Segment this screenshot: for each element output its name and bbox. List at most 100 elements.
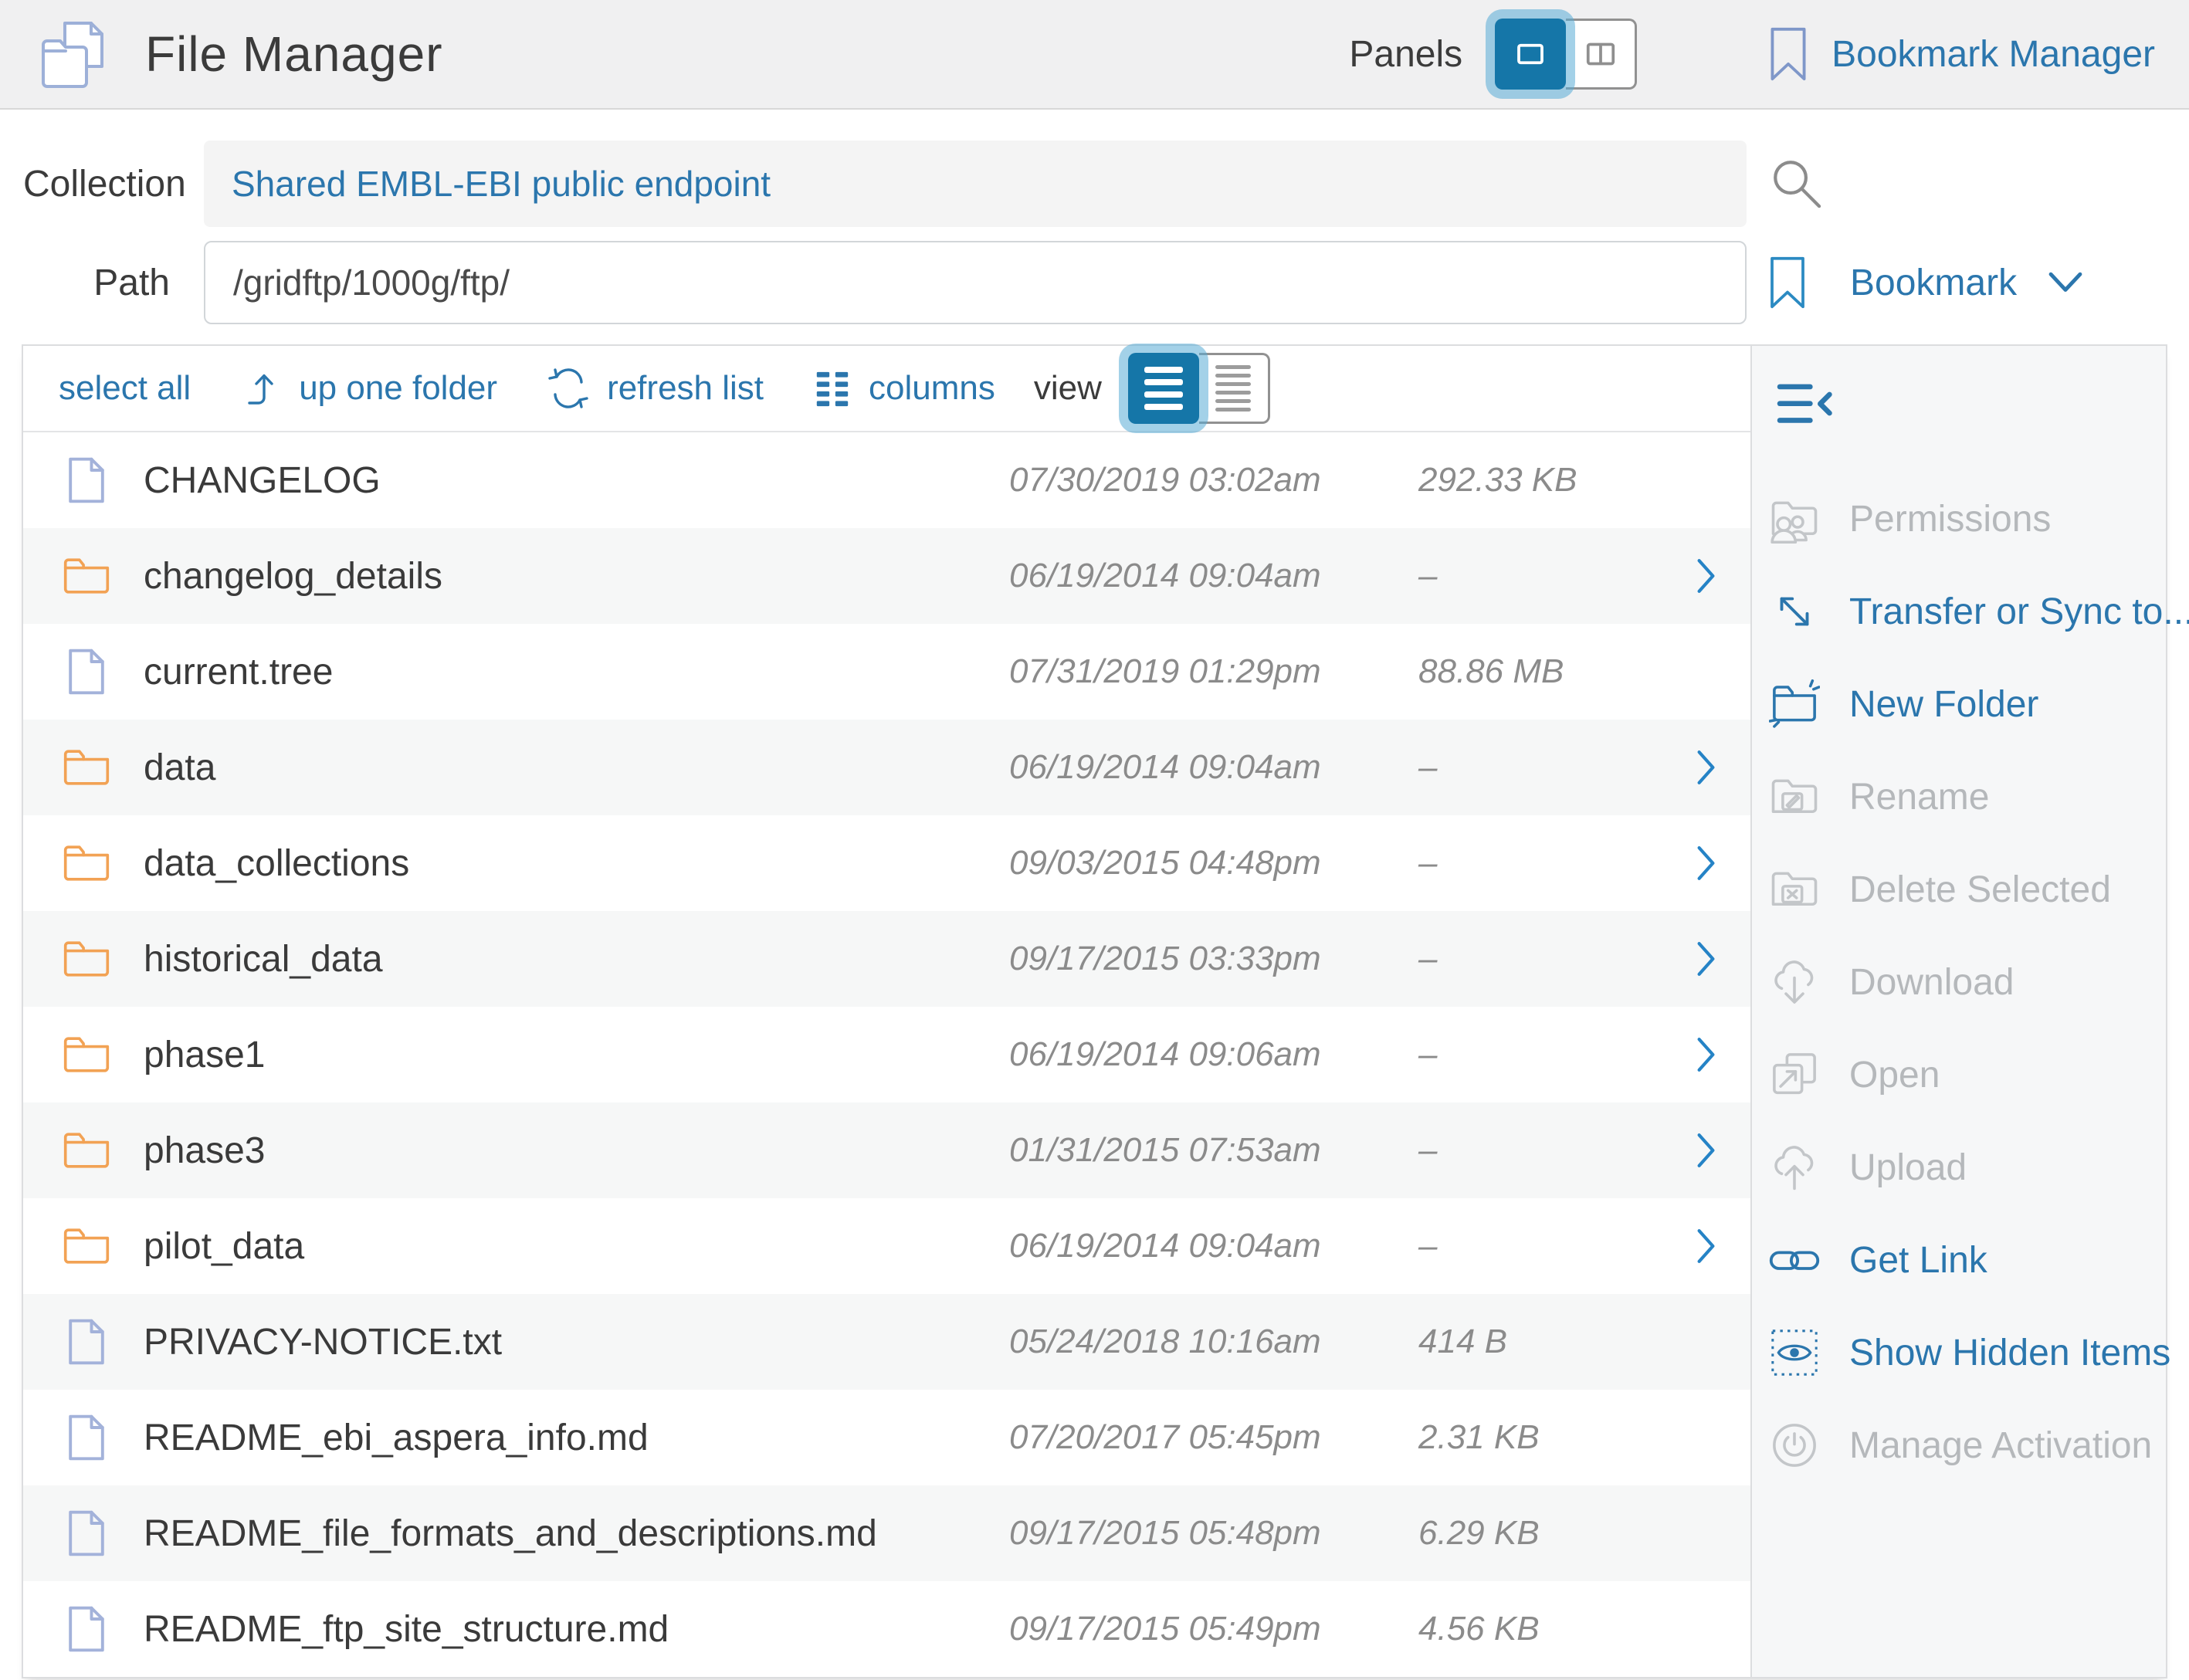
up-one-folder-label: up one folder <box>299 369 497 408</box>
file-icon <box>66 646 107 697</box>
transfer-icon <box>1769 586 1820 637</box>
bookmark-ribbon-icon <box>1768 26 1808 82</box>
bookmark-label: Bookmark <box>1850 262 2017 304</box>
select-all-button[interactable]: select all <box>59 369 191 408</box>
table-row[interactable]: phase1 06/19/2014 09:06am – <box>23 1007 1750 1102</box>
rename-icon <box>1769 771 1820 822</box>
table-row[interactable]: data_collections 09/03/2015 04:48pm – <box>23 815 1750 911</box>
file-name: data_collections <box>144 842 1009 885</box>
refresh-icon <box>547 367 590 410</box>
view-compact-button[interactable] <box>1199 353 1270 424</box>
search-icon[interactable] <box>1768 155 1825 212</box>
open-folder-chevron-icon[interactable] <box>1662 941 1750 977</box>
single-panel-icon <box>1507 31 1554 77</box>
table-row[interactable]: phase3 01/31/2015 07:53am – <box>23 1102 1750 1198</box>
table-row[interactable]: README_ftp_site_structure.md 09/17/2015 … <box>23 1581 1750 1677</box>
file-date: 09/17/2015 05:48pm <box>1009 1514 1395 1553</box>
path-label: Path <box>23 262 170 304</box>
up-arrow-icon <box>240 368 282 409</box>
file-date: 07/31/2019 01:29pm <box>1009 652 1395 691</box>
sidebar-action-permissions: Permissions <box>1752 472 2166 565</box>
file-size: – <box>1395 1131 1662 1170</box>
compact-view-icon <box>1215 365 1251 412</box>
bookmark-icon <box>1768 256 1807 310</box>
action-sidebar: Permissions Transfer or Sync to... New F… <box>1750 346 2166 1677</box>
file-size: – <box>1395 940 1662 978</box>
open-folder-chevron-icon[interactable] <box>1662 750 1750 785</box>
sidebar-action-transfer-or-sync-to[interactable]: Transfer or Sync to... <box>1752 565 2166 658</box>
columns-label: columns <box>869 369 995 408</box>
sidebar-action-label: Transfer or Sync to... <box>1849 591 2189 633</box>
up-one-folder-button[interactable]: up one folder <box>240 368 497 409</box>
panels-label: Panels <box>1349 33 1462 76</box>
file-date: 07/30/2019 03:02am <box>1009 461 1395 500</box>
table-row[interactable]: README_ebi_aspera_info.md 07/20/2017 05:… <box>23 1390 1750 1485</box>
file-date: 06/19/2014 09:04am <box>1009 557 1395 595</box>
file-size: 2.31 KB <box>1395 1418 1662 1457</box>
file-size: 4.56 KB <box>1395 1610 1662 1648</box>
sidebar-action-show-hidden-items[interactable]: Show Hidden Items <box>1752 1306 2166 1399</box>
folder-icon <box>63 556 110 596</box>
sidebar-action-new-folder[interactable]: New Folder <box>1752 658 2166 750</box>
bookmark-dropdown[interactable]: Bookmark <box>1768 256 2083 310</box>
bookmark-manager-link[interactable]: Bookmark Manager <box>1768 26 2155 82</box>
file-date: 01/31/2015 07:53am <box>1009 1131 1395 1170</box>
open-folder-chevron-icon[interactable] <box>1662 1228 1750 1264</box>
open-folder-chevron-icon[interactable] <box>1662 1133 1750 1168</box>
table-row[interactable]: README_file_formats_and_descriptions.md … <box>23 1485 1750 1581</box>
sidebar-action-get-link[interactable]: Get Link <box>1752 1214 2166 1306</box>
refresh-list-button[interactable]: refresh list <box>547 367 764 410</box>
file-size: – <box>1395 1227 1662 1265</box>
delete-selected-icon <box>1769 864 1820 915</box>
sidebar-action-download: Download <box>1752 936 2166 1028</box>
collection-label: Collection <box>23 163 170 205</box>
list-view-icon <box>1144 367 1183 410</box>
file-date: 06/19/2014 09:04am <box>1009 748 1395 787</box>
table-row[interactable]: historical_data 09/17/2015 03:33pm – <box>23 911 1750 1007</box>
file-size: – <box>1395 844 1662 882</box>
app-header: File Manager Panels Bookmark Manager <box>0 0 2189 110</box>
file-name: CHANGELOG <box>144 459 1009 502</box>
file-size: – <box>1395 1035 1662 1074</box>
folder-icon <box>63 1035 110 1075</box>
sidebar-action-label: Upload <box>1849 1147 1967 1189</box>
sidebar-action-label: Get Link <box>1849 1239 1987 1282</box>
columns-icon <box>813 369 852 408</box>
sidebar-action-delete-selected: Delete Selected <box>1752 843 2166 936</box>
table-row[interactable]: pilot_data 06/19/2014 09:04am – <box>23 1198 1750 1294</box>
folder-icon <box>63 747 110 788</box>
open-folder-chevron-icon[interactable] <box>1662 558 1750 594</box>
dual-panel-button[interactable] <box>1566 19 1637 90</box>
open-folder-chevron-icon[interactable] <box>1662 1037 1750 1072</box>
file-name: README_ebi_aspera_info.md <box>144 1417 1009 1459</box>
action-list: Permissions Transfer or Sync to... New F… <box>1752 462 2166 1492</box>
collection-input[interactable]: Shared EMBL-EBI public endpoint <box>204 141 1747 227</box>
file-date: 06/19/2014 09:04am <box>1009 1227 1395 1265</box>
collapse-panel-icon[interactable] <box>1775 381 1835 426</box>
file-name: phase1 <box>144 1034 1009 1076</box>
columns-button[interactable]: columns <box>813 369 995 408</box>
folder-icon <box>63 1130 110 1170</box>
table-row[interactable]: PRIVACY-NOTICE.txt 05/24/2018 10:16am 41… <box>23 1294 1750 1390</box>
sidebar-action-label: Download <box>1849 961 2014 1004</box>
view-list-button[interactable] <box>1128 353 1199 424</box>
sidebar-action-label: Permissions <box>1849 498 2051 540</box>
table-row[interactable]: changelog_details 06/19/2014 09:04am – <box>23 528 1750 624</box>
open-folder-chevron-icon[interactable] <box>1662 845 1750 881</box>
sidebar-action-manage-activation: Manage Activation <box>1752 1399 2166 1492</box>
table-row[interactable]: data 06/19/2014 09:04am – <box>23 720 1750 815</box>
file-size: 88.86 MB <box>1395 652 1662 691</box>
path-input[interactable]: /gridftp/1000g/ftp/ <box>204 241 1747 324</box>
table-row[interactable]: current.tree 07/31/2019 01:29pm 88.86 MB <box>23 624 1750 720</box>
show-hidden-icon <box>1769 1327 1820 1378</box>
page-title: File Manager <box>145 25 443 83</box>
file-icon <box>66 1604 107 1655</box>
collection-value: Shared EMBL-EBI public endpoint <box>232 163 771 205</box>
sidebar-action-label: Show Hidden Items <box>1849 1332 2170 1374</box>
table-row[interactable]: CHANGELOG 07/30/2019 03:02am 292.33 KB <box>23 432 1750 528</box>
sidebar-action-label: Manage Activation <box>1849 1424 2152 1467</box>
file-date: 09/17/2015 03:33pm <box>1009 940 1395 978</box>
single-panel-button[interactable] <box>1495 19 1566 90</box>
sidebar-action-label: Rename <box>1849 776 1989 818</box>
file-name: changelog_details <box>144 555 1009 598</box>
